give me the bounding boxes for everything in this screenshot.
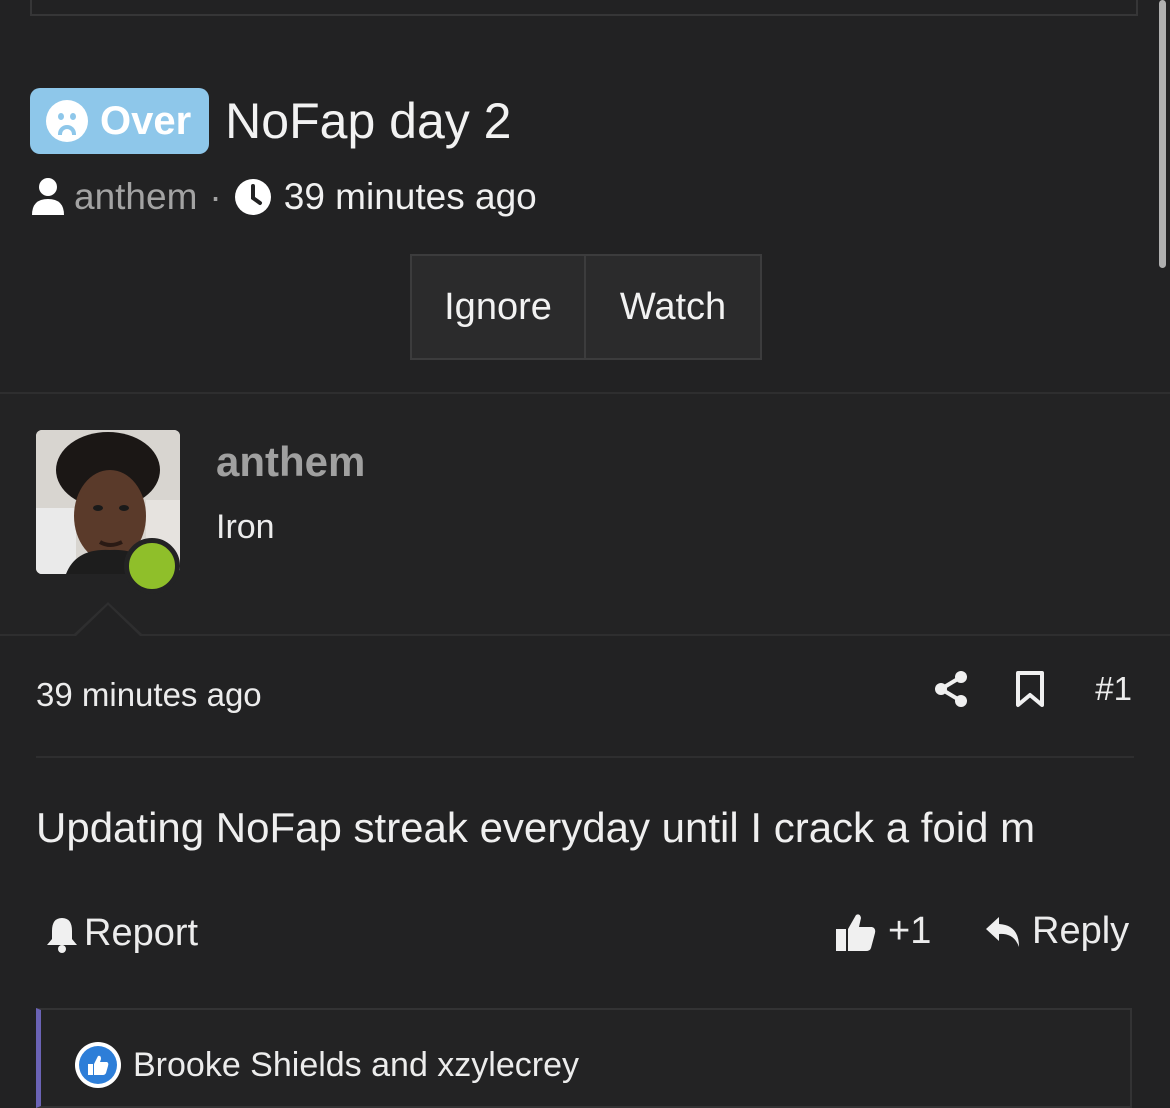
post-body: Updating NoFap streak everyday until I c… [36,804,1036,851]
scrollbar[interactable] [1156,0,1170,270]
online-status-indicator [124,538,180,594]
report-label: Report [84,912,199,954]
divider [0,634,1170,636]
clock-icon [234,179,271,215]
reply-icon [986,916,1019,947]
watch-button[interactable]: Watch [586,254,762,360]
reply-button[interactable]: Reply [984,910,1129,953]
thread-author-link[interactable]: anthem [74,176,197,218]
like-reaction-icon [75,1042,121,1088]
thread-title: NoFap day 2 [225,93,512,149]
ignore-button[interactable]: Ignore [410,254,586,360]
thread-header: Over NoFap day 2 [30,88,511,154]
prefix-label: Over [100,98,192,143]
thread-action-buttons: Ignore Watch [410,254,762,360]
post-time[interactable]: 39 minutes ago [36,676,262,714]
meta-separator: · [209,176,222,217]
thread-time[interactable]: 39 minutes ago [284,176,537,218]
like-button[interactable]: +1 [834,910,931,953]
thread-prefix-badge[interactable]: Over [30,88,210,154]
report-button[interactable]: Report [44,912,198,955]
divider [36,756,1134,758]
post-number-link[interactable]: #1 [1095,670,1132,708]
reactions-names[interactable]: Brooke Shields and xzylecrey [133,1046,579,1085]
reactions-bar[interactable]: Brooke Shields and xzylecrey [36,1008,1132,1108]
previous-container-edge [30,0,1138,16]
scrollbar-thumb[interactable] [1159,0,1166,268]
post-username[interactable]: anthem [216,438,365,486]
user-title: Iron [216,508,275,546]
share-icon[interactable] [933,670,969,708]
thread-meta: anthem · 39 minutes ago [30,174,537,220]
thumbs-up-icon [836,913,876,951]
reply-label: Reply [1032,910,1130,952]
like-count: +1 [888,910,932,952]
bookmark-icon[interactable] [1015,670,1045,708]
post-actions: #1 [933,670,1132,708]
sad-face-icon [46,100,88,142]
bell-icon [47,917,77,953]
user-icon [32,178,64,215]
